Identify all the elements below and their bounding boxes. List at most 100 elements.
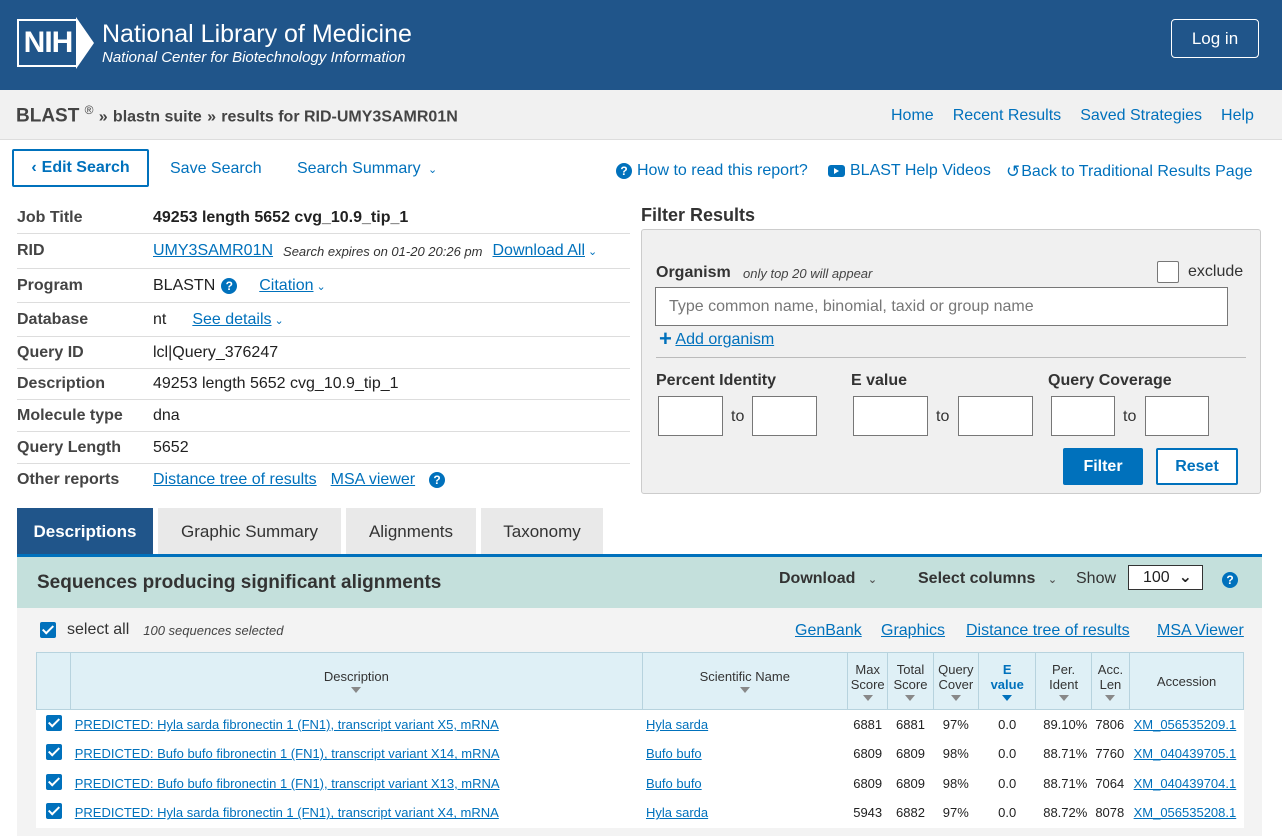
add-organism-link[interactable]: + Add organism	[659, 326, 774, 352]
row-accession[interactable]: XM_040439704.1	[1134, 776, 1237, 791]
search-summary-dropdown[interactable]: Search Summary ⌄	[297, 160, 437, 178]
percent-identity-label: Percent Identity	[656, 372, 777, 389]
tab-taxonomy[interactable]: Taxonomy	[481, 508, 603, 555]
row-scientific-name[interactable]: Hyla sarda	[646, 717, 708, 732]
percent-identity-min-input[interactable]	[658, 396, 723, 436]
query-coverage-min-input[interactable]	[1051, 396, 1115, 436]
download-all-label: Download All	[492, 242, 586, 259]
percent-identity-max-input[interactable]	[752, 396, 817, 436]
description-label: Description	[17, 375, 106, 392]
nav-help[interactable]: Help	[1221, 107, 1254, 125]
row-per-ident: 89.10%	[1043, 717, 1088, 732]
tab-descriptions[interactable]: Descriptions	[17, 508, 153, 555]
row-description[interactable]: PREDICTED: Hyla sarda fibronectin 1 (FN1…	[75, 717, 499, 732]
row-query-cover: 98%	[942, 775, 969, 791]
tab-alignments[interactable]: Alignments	[346, 508, 476, 555]
save-search-button[interactable]: Save Search	[170, 160, 262, 178]
breadcrumb-blast[interactable]: BLAST	[16, 105, 79, 126]
row-checkbox[interactable]	[45, 773, 62, 790]
filter-button[interactable]: Filter	[1063, 448, 1143, 485]
query-length-value: 5652	[153, 438, 189, 456]
tab-graphic-summary[interactable]: Graphic Summary	[158, 508, 341, 555]
help-videos-link[interactable]: BLAST Help Videos	[828, 162, 991, 180]
row-accession[interactable]: XM_040439705.1	[1134, 746, 1237, 761]
header-per-ident[interactable]: Per. Ident	[1035, 652, 1092, 710]
reset-button[interactable]: Reset	[1156, 448, 1238, 485]
nih-logo[interactable]: NIH National Library of Medicine Nationa…	[17, 17, 412, 69]
program-value: BLASTN	[153, 276, 216, 294]
header-total-score[interactable]: Total Score	[887, 652, 934, 710]
row-scientific-name[interactable]: Hyla sarda	[646, 805, 708, 820]
row-description[interactable]: PREDICTED: Bufo bufo fibronectin 1 (FN1)…	[75, 746, 500, 761]
to-label: to	[1123, 408, 1137, 425]
nav-recent-results[interactable]: Recent Results	[953, 107, 1062, 125]
results-table: Description Scientific Name Max Score To…	[35, 652, 1244, 828]
rid-link[interactable]: UMY3SAMR01N	[153, 242, 273, 260]
e-value-min-input[interactable]	[853, 396, 928, 436]
select-all-control[interactable]: select all 100 sequences selected	[40, 621, 283, 639]
nav-saved-strategies[interactable]: Saved Strategies	[1080, 107, 1202, 125]
download-all-link[interactable]: Download All ⌄	[493, 242, 598, 260]
molecule-row: Molecule type dna	[17, 400, 630, 432]
site-subtitle: National Center for Biotechnology Inform…	[102, 49, 406, 66]
nav-home[interactable]: Home	[891, 107, 934, 125]
download-dropdown[interactable]: Download ⌄	[779, 570, 877, 588]
back-traditional-link[interactable]: ↺ Back to Traditional Results Page	[1006, 162, 1252, 182]
question-circle-icon[interactable]: ?	[429, 471, 446, 488]
header-description[interactable]: Description	[70, 652, 643, 710]
organism-input[interactable]: Type common name, binomial, taxid or gro…	[655, 287, 1228, 326]
msa-viewer-results-link[interactable]: MSA Viewer	[1157, 622, 1244, 640]
header-scientific-name[interactable]: Scientific Name	[641, 652, 849, 710]
table-row: PREDICTED: Bufo bufo fibronectin 1 (FN1)…	[37, 739, 1244, 769]
row-e-value-cell: 0.0	[978, 798, 1035, 828]
row-accession[interactable]: XM_056535208.1	[1134, 805, 1237, 820]
edit-search-button[interactable]: ‹ Edit Search	[12, 149, 149, 187]
program-label: Program	[17, 276, 83, 294]
row-checkbox[interactable]	[45, 803, 62, 820]
breadcrumb-suite[interactable]: blastn suite	[113, 108, 202, 125]
show-count-select[interactable]: 100 ⌄	[1128, 565, 1203, 590]
row-description[interactable]: PREDICTED: Bufo bufo fibronectin 1 (FN1)…	[75, 776, 500, 791]
msa-viewer-link[interactable]: MSA viewer	[331, 471, 415, 489]
select-columns-dropdown[interactable]: Select columns ⌄	[918, 570, 1057, 588]
citation-link[interactable]: Citation ⌄	[259, 277, 325, 295]
to-label: to	[936, 408, 950, 425]
header-max-score[interactable]: Max Score	[847, 652, 889, 710]
sort-arrow-icon	[351, 687, 362, 693]
header-acc-len[interactable]: Acc. Len	[1090, 652, 1131, 710]
video-icon	[828, 165, 845, 177]
query-coverage-max-input[interactable]	[1145, 396, 1209, 436]
row-scientific-name[interactable]: Bufo bufo	[646, 746, 702, 761]
see-details-link[interactable]: See details ⌄	[192, 311, 283, 329]
header-query-cover[interactable]: Query Cover	[932, 652, 979, 710]
download-label: Download	[779, 570, 856, 587]
header-accession[interactable]: Accession	[1129, 652, 1244, 710]
sort-arrow-icon	[905, 694, 916, 701]
row-query-cover: 98%	[942, 746, 969, 762]
question-circle-icon[interactable]: ?	[221, 277, 238, 294]
exclude-checkbox[interactable]	[1157, 261, 1179, 283]
how-to-read-link[interactable]: ? How to read this report?	[616, 162, 808, 180]
row-scientific-name[interactable]: Bufo bufo	[646, 776, 702, 791]
search-summary-label: Search Summary	[297, 160, 421, 177]
table-row: PREDICTED: Hyla sarda fibronectin 1 (FN1…	[37, 798, 1244, 828]
select-all-label: select all	[67, 621, 130, 638]
header-checkbox-col	[35, 652, 72, 710]
question-circle-icon[interactable]: ?	[1222, 572, 1238, 588]
select-all-checkbox[interactable]	[40, 622, 56, 638]
distance-tree-results-link[interactable]: Distance tree of results	[966, 622, 1130, 640]
e-value-max-input[interactable]	[958, 396, 1033, 436]
results-header: Sequences producing significant alignmen…	[17, 557, 1262, 608]
organism-placeholder: Type common name, binomial, taxid or gro…	[669, 298, 1034, 315]
results-tabs: Descriptions Graphic Summary Alignments …	[17, 508, 603, 555]
distance-tree-link[interactable]: Distance tree of results	[153, 471, 317, 489]
row-description[interactable]: PREDICTED: Hyla sarda fibronectin 1 (FN1…	[75, 805, 499, 820]
genbank-link[interactable]: GenBank	[795, 622, 862, 640]
graphics-link[interactable]: Graphics	[881, 622, 945, 640]
row-checkbox[interactable]	[45, 744, 62, 761]
row-accession[interactable]: XM_056535209.1	[1134, 717, 1237, 732]
login-button[interactable]: Log in	[1171, 19, 1259, 58]
row-checkbox[interactable]	[45, 715, 62, 731]
row-scientific-name-cell: Bufo bufo	[642, 739, 848, 769]
header-e-value[interactable]: E value	[977, 652, 1037, 710]
